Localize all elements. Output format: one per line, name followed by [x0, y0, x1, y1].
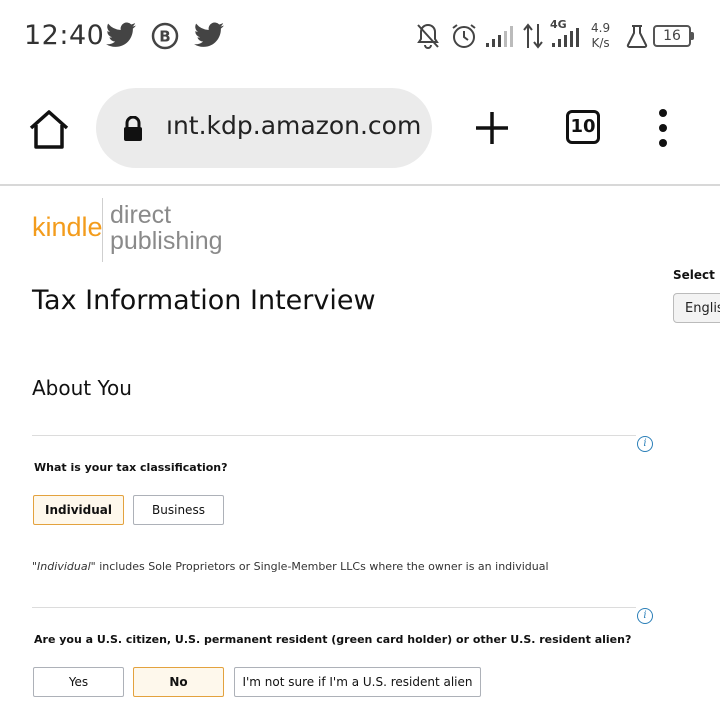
classification-note: "Individual" includes Sole Proprietors o…	[32, 560, 549, 573]
yes-button[interactable]: Yes	[33, 667, 124, 697]
status-bar: 12:40 B 4G 4.9 K/s 16	[0, 0, 720, 72]
status-time: 12:40	[24, 20, 105, 51]
no-button[interactable]: No	[133, 667, 224, 697]
net-speed: 4.9 K/s	[591, 21, 610, 51]
plus-icon[interactable]	[474, 110, 510, 146]
twitter-icon	[106, 22, 136, 47]
net-speed-unit: K/s	[591, 36, 610, 50]
data-arrows-icon	[523, 23, 543, 49]
bell-off-icon	[417, 23, 439, 49]
language-select[interactable]: Englis	[673, 293, 720, 323]
tax-classification-question: What is your tax classification?	[34, 461, 228, 474]
logo-direct-publishing: direct publishing	[110, 202, 223, 254]
url-text: ınt.kdp.amazon.com	[166, 111, 422, 140]
svg-text:B: B	[159, 28, 170, 46]
tabs-icon[interactable]: 10	[566, 110, 600, 144]
more-vert-icon[interactable]	[656, 108, 670, 148]
logo-divider	[102, 198, 103, 262]
note-text: includes Sole Proprietors or Single-Memb…	[95, 560, 549, 573]
twitter-icon	[194, 22, 224, 47]
logo-direct: direct	[110, 201, 172, 229]
logo-kindle: kindle	[32, 212, 103, 242]
not-sure-button[interactable]: I'm not sure if I'm a U.S. resident alie…	[234, 667, 481, 697]
battery-icon: 16	[653, 25, 694, 47]
individual-button[interactable]: Individual	[33, 495, 124, 525]
net-speed-value: 4.9	[591, 21, 611, 35]
home-icon[interactable]	[26, 106, 72, 152]
logo-publishing: publishing	[110, 227, 223, 255]
b-circle-icon: B	[151, 22, 179, 50]
flask-icon	[626, 25, 648, 48]
info-icon[interactable]: i	[637, 608, 653, 624]
business-button[interactable]: Business	[133, 495, 224, 525]
signal-4g-icon: 4G	[550, 18, 582, 48]
alarm-icon	[452, 24, 476, 48]
note-quoted: "Individual"	[32, 560, 96, 573]
divider	[32, 607, 636, 608]
select-language-label: Select La	[673, 268, 720, 282]
url-bar[interactable]: ınt.kdp.amazon.com	[96, 88, 432, 168]
lock-icon	[124, 116, 142, 141]
section-title: About You	[32, 376, 132, 400]
divider	[32, 435, 636, 436]
page-title: Tax Information Interview	[32, 285, 376, 316]
info-icon[interactable]: i	[637, 436, 653, 452]
residency-question: Are you a U.S. citizen, U.S. permanent r…	[34, 633, 632, 646]
signal-icon	[486, 26, 513, 47]
browser-toolbar: ınt.kdp.amazon.com 10	[0, 72, 720, 186]
